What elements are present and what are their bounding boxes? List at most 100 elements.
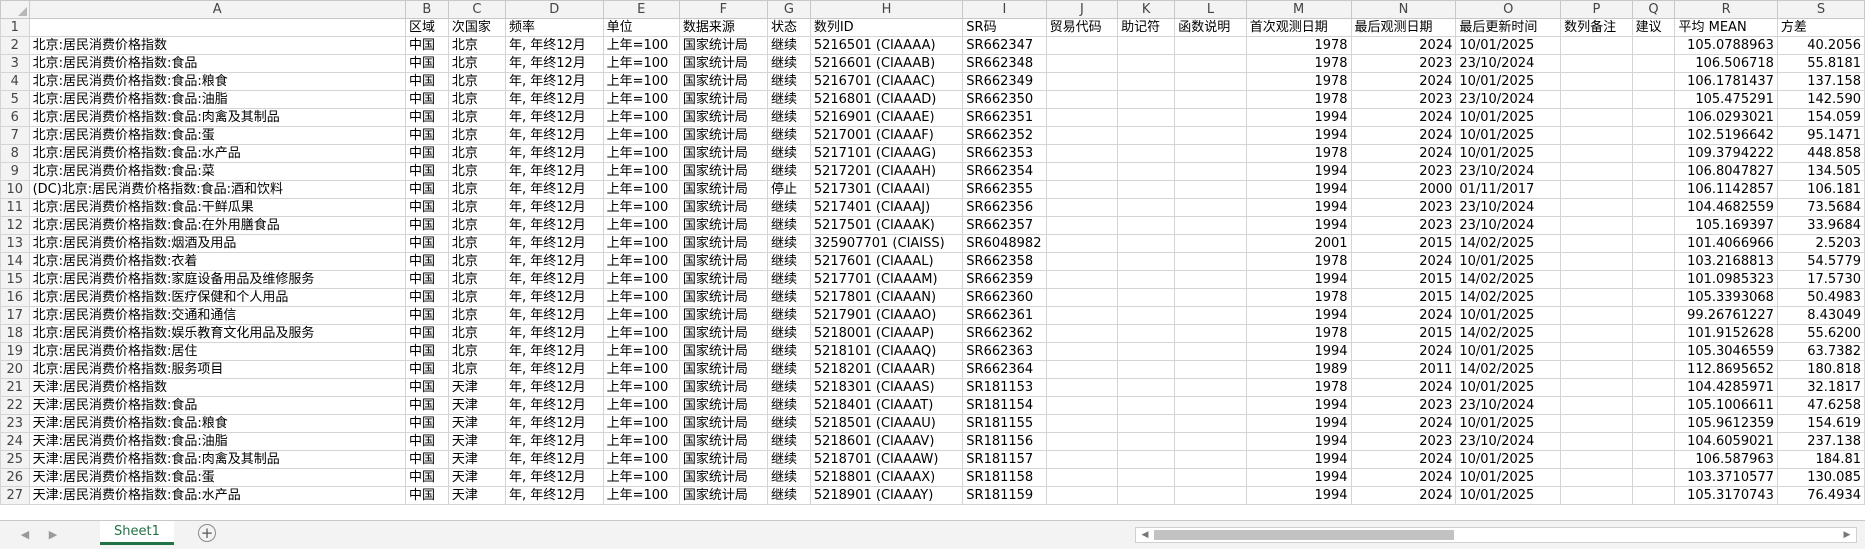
cell[interactable] bbox=[1045, 144, 1119, 163]
cell[interactable] bbox=[1117, 288, 1176, 307]
cell[interactable]: 北京:居民消费价格指数:食品:水产品 bbox=[28, 144, 406, 163]
cell[interactable] bbox=[1045, 396, 1119, 415]
column-header-o[interactable]: O bbox=[1455, 0, 1562, 19]
cell[interactable]: 北京 bbox=[447, 144, 506, 163]
cell[interactable]: 中国 bbox=[404, 198, 449, 217]
cell[interactable]: 5216901 (CIAAAE) bbox=[809, 108, 964, 127]
cell[interactable] bbox=[1045, 234, 1119, 253]
cell[interactable]: 年, 年终12月 bbox=[504, 342, 604, 361]
cell[interactable] bbox=[1174, 414, 1247, 433]
cell[interactable] bbox=[1174, 432, 1247, 451]
cell[interactable]: 天津:居民消费价格指数:食品:肉禽及其制品 bbox=[28, 450, 406, 469]
cell[interactable]: SR662361 bbox=[962, 306, 1047, 325]
cell[interactable]: 2023 bbox=[1350, 432, 1457, 451]
row-header[interactable]: 20 bbox=[0, 360, 30, 379]
cell[interactable]: 继续 bbox=[766, 342, 811, 361]
cell[interactable]: 1994 bbox=[1245, 198, 1352, 217]
cell[interactable]: 2024 bbox=[1350, 378, 1457, 397]
cell[interactable]: 2023 bbox=[1350, 396, 1457, 415]
cell[interactable] bbox=[1174, 288, 1247, 307]
cell[interactable]: 10/01/2025 bbox=[1455, 450, 1562, 469]
cell[interactable]: 中国 bbox=[404, 54, 449, 73]
cell[interactable]: 上年=100 bbox=[602, 72, 680, 91]
cell[interactable] bbox=[1174, 54, 1247, 73]
cell[interactable]: 年, 年终12月 bbox=[504, 396, 604, 415]
cell[interactable]: 448.858 bbox=[1776, 144, 1865, 163]
cell[interactable]: 1994 bbox=[1245, 396, 1352, 415]
cell[interactable]: 1994 bbox=[1245, 126, 1352, 145]
cell[interactable] bbox=[1631, 90, 1676, 109]
column-header-l[interactable]: L bbox=[1174, 0, 1247, 19]
header-cell[interactable]: 状态 bbox=[766, 18, 811, 37]
cell[interactable]: 上年=100 bbox=[602, 306, 680, 325]
cell[interactable]: 104.6059021 bbox=[1674, 432, 1778, 451]
cell[interactable]: 年, 年终12月 bbox=[504, 324, 604, 343]
cell[interactable] bbox=[1560, 36, 1633, 55]
cell[interactable]: 55.8181 bbox=[1776, 54, 1865, 73]
cell[interactable]: 年, 年终12月 bbox=[504, 252, 604, 271]
cell[interactable]: 23/10/2024 bbox=[1455, 216, 1562, 235]
cell[interactable]: 76.4934 bbox=[1776, 486, 1865, 505]
cell[interactable]: 50.4983 bbox=[1776, 288, 1865, 307]
cell[interactable]: 上年=100 bbox=[602, 144, 680, 163]
cell[interactable] bbox=[1631, 162, 1676, 181]
cell[interactable] bbox=[1631, 396, 1676, 415]
cell[interactable]: 2024 bbox=[1350, 306, 1457, 325]
cell[interactable] bbox=[1174, 90, 1247, 109]
cell[interactable]: 天津:居民消费价格指数:食品:油脂 bbox=[28, 432, 406, 451]
header-cell[interactable]: 数列备注 bbox=[1560, 18, 1633, 37]
cell[interactable] bbox=[1174, 108, 1247, 127]
cell[interactable] bbox=[1174, 234, 1247, 253]
cell[interactable]: 中国 bbox=[404, 36, 449, 55]
cell[interactable] bbox=[1174, 360, 1247, 379]
cell[interactable]: 停止 bbox=[766, 180, 811, 199]
cell[interactable]: 北京:居民消费价格指数:交通和通信 bbox=[28, 306, 406, 325]
cell[interactable]: 年, 年终12月 bbox=[504, 108, 604, 127]
cell[interactable] bbox=[1174, 396, 1247, 415]
cell[interactable]: 2023 bbox=[1350, 90, 1457, 109]
cell[interactable]: 北京:居民消费价格指数:服务项目 bbox=[28, 360, 406, 379]
cell[interactable]: 10/01/2025 bbox=[1455, 306, 1562, 325]
cell[interactable]: 101.9152628 bbox=[1674, 324, 1778, 343]
cell[interactable] bbox=[1174, 72, 1247, 91]
cell[interactable]: 上年=100 bbox=[602, 288, 680, 307]
cell[interactable]: 年, 年终12月 bbox=[504, 468, 604, 487]
cell[interactable]: 北京 bbox=[447, 108, 506, 127]
cell[interactable]: 5217501 (CIAAAK) bbox=[809, 216, 964, 235]
cell[interactable]: 北京:居民消费价格指数:食品:蛋 bbox=[28, 126, 406, 145]
cell[interactable]: 5218901 (CIAAAY) bbox=[809, 486, 964, 505]
cell[interactable]: 中国 bbox=[404, 216, 449, 235]
header-cell[interactable]: 函数说明 bbox=[1174, 18, 1247, 37]
cell[interactable] bbox=[1117, 270, 1176, 289]
cell[interactable]: 5217101 (CIAAAG) bbox=[809, 144, 964, 163]
cell[interactable]: 2024 bbox=[1350, 342, 1457, 361]
cell[interactable]: SR662359 bbox=[962, 270, 1047, 289]
cell[interactable]: SR662355 bbox=[962, 180, 1047, 199]
cell[interactable]: 5217401 (CIAAAJ) bbox=[809, 198, 964, 217]
cell[interactable] bbox=[1631, 306, 1676, 325]
cell[interactable] bbox=[1174, 324, 1247, 343]
cell[interactable]: 北京:居民消费价格指数:食品:肉禽及其制品 bbox=[28, 108, 406, 127]
cell[interactable]: 上年=100 bbox=[602, 486, 680, 505]
cell[interactable]: 54.5779 bbox=[1776, 252, 1865, 271]
cell[interactable] bbox=[1117, 180, 1176, 199]
cell[interactable]: 中国 bbox=[404, 126, 449, 145]
cell[interactable]: 国家统计局 bbox=[678, 162, 768, 181]
cell[interactable] bbox=[1631, 342, 1676, 361]
cell[interactable] bbox=[1631, 324, 1676, 343]
cell[interactable]: 继续 bbox=[766, 360, 811, 379]
column-header-k[interactable]: K bbox=[1117, 0, 1176, 19]
cell[interactable]: 1978 bbox=[1245, 288, 1352, 307]
header-cell[interactable]: 助记符 bbox=[1117, 18, 1176, 37]
cell[interactable]: 中国 bbox=[404, 342, 449, 361]
row-header[interactable]: 12 bbox=[0, 216, 30, 235]
row-header[interactable]: 10 bbox=[0, 180, 30, 199]
cell[interactable]: 继续 bbox=[766, 108, 811, 127]
header-cell[interactable]: 次国家 bbox=[447, 18, 506, 37]
column-header-b[interactable]: B bbox=[404, 0, 449, 19]
column-header-q[interactable]: Q bbox=[1631, 0, 1676, 19]
cell[interactable] bbox=[1045, 198, 1119, 217]
cell[interactable]: 国家统计局 bbox=[678, 198, 768, 217]
cell[interactable]: 105.475291 bbox=[1674, 90, 1778, 109]
row-header[interactable]: 9 bbox=[0, 162, 30, 181]
